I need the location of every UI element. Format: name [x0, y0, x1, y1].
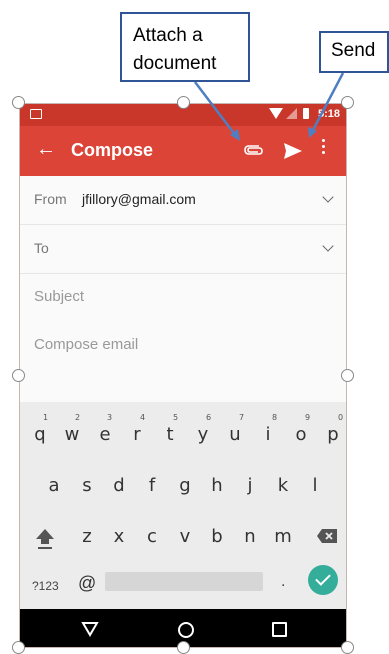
callout-arrows: [194, 72, 345, 141]
send-callout: Send: [319, 31, 389, 73]
attach-document-callout: Attach a document: [120, 12, 250, 82]
